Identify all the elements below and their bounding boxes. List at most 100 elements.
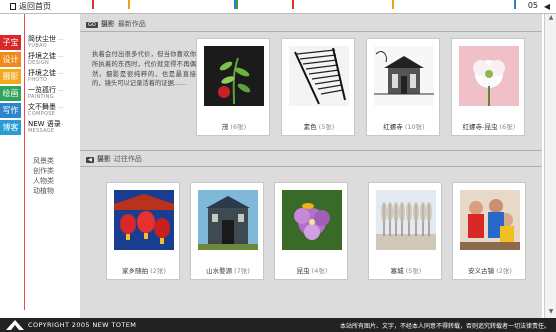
photo-card[interactable]: 红螺寺 (10张) bbox=[366, 38, 440, 136]
photo-title: 茂 bbox=[221, 123, 229, 131]
page-index: 05 bbox=[527, 1, 538, 10]
photo-thumbnail[interactable] bbox=[204, 46, 264, 106]
subnav-item[interactable]: 动植物 bbox=[33, 186, 54, 196]
latest-section-title: 摄影 bbox=[100, 20, 115, 28]
photo-title: 塞城 bbox=[390, 267, 404, 275]
nav-item[interactable]: 博客 NEW 语录 MESSAGE ··· bbox=[0, 120, 78, 136]
photo-thumbnail[interactable] bbox=[460, 190, 520, 250]
photo-caption[interactable]: 塞城 (5张) bbox=[369, 265, 443, 275]
nav-subtitle: COMPOSE bbox=[28, 111, 56, 117]
photo-caption[interactable]: 昆虫 (4张) bbox=[275, 265, 349, 275]
photo-count: (2张) bbox=[150, 267, 166, 275]
photo-card[interactable]: 家乡随拍 (2张) bbox=[106, 182, 180, 280]
camera-icon: GO bbox=[86, 22, 98, 28]
nav-tag[interactable]: 绘画 bbox=[0, 86, 21, 101]
photo-card[interactable]: 安义古镇 (2张) bbox=[452, 182, 526, 280]
subnav-item[interactable]: 创作类 bbox=[33, 166, 54, 176]
photo-thumbnail[interactable] bbox=[198, 190, 258, 250]
nav-ellipsis-icon: ··· bbox=[58, 105, 64, 112]
nav-ellipsis-icon: ··· bbox=[58, 54, 64, 61]
ruler-mark bbox=[236, 0, 238, 9]
photo-thumbnail[interactable] bbox=[374, 46, 434, 106]
photo-title: 山水婺源 bbox=[206, 267, 233, 275]
photo-title: 安义古镇 bbox=[468, 267, 495, 275]
nav-item[interactable]: 摄影 抒境之徒 PHOTO ··· bbox=[0, 69, 78, 85]
nav-subtitle: MESSAGE bbox=[28, 128, 55, 134]
nav-item[interactable]: 绘画 一览孤行 PAINTING ··· bbox=[0, 86, 78, 102]
ruler-mark bbox=[392, 0, 394, 9]
nav-item[interactable]: 子宝 简伏尘世 YUBAO ··· bbox=[0, 35, 78, 51]
divider bbox=[80, 150, 542, 151]
scroll-down-icon[interactable]: ▼ bbox=[545, 308, 556, 318]
home-link-label: 返回首页 bbox=[19, 2, 51, 11]
home-icon bbox=[10, 3, 16, 10]
subnav: 风景类 创作类 人物类 动植物 bbox=[33, 156, 54, 196]
photo-count: (5张) bbox=[318, 123, 335, 131]
nav-tag[interactable]: 摄影 bbox=[0, 69, 21, 84]
photo-card[interactable]: 素色 (5张) bbox=[281, 38, 355, 136]
photo-caption[interactable]: 家乡随拍 (2张) bbox=[107, 265, 181, 275]
photo-count: (7张) bbox=[234, 267, 250, 275]
nav-item[interactable]: 设计 抒境之徒 DESIGN ··· bbox=[0, 52, 78, 68]
photo-caption[interactable]: 安义古镇 (2张) bbox=[453, 265, 527, 275]
sidebar: 子宝 简伏尘世 YUBAO ··· 设计 抒境之徒 DESIGN ··· 摄影 抒境之徒 PHOTO… bbox=[0, 14, 78, 318]
nav-tag[interactable]: 子宝 bbox=[0, 35, 21, 50]
photo-thumbnail[interactable] bbox=[376, 190, 436, 250]
arrow-left-icon[interactable]: ◀ bbox=[544, 2, 550, 11]
photo-count: (6张) bbox=[230, 123, 247, 131]
photo-title: 红螺寺-昆虫 bbox=[462, 123, 498, 131]
divider bbox=[80, 31, 542, 32]
scrollbar[interactable]: ▲ ▼ bbox=[544, 14, 556, 318]
past-section-title: 摄影 bbox=[96, 155, 111, 163]
main-content: GO 摄影 最新作品 执着会付出很多代价，但当你喜欢你所执着的东西时，代价就变得不再… bbox=[80, 14, 542, 318]
photo-thumbnail[interactable] bbox=[459, 46, 519, 106]
nav-ellipsis-icon: ··· bbox=[58, 37, 64, 44]
top-bar: 返回首页 05 ◀ bbox=[0, 0, 556, 14]
totem-logo-icon bbox=[6, 320, 24, 330]
photo-caption[interactable]: 红螺寺 (10张) bbox=[367, 121, 441, 131]
scroll-up-icon[interactable]: ▲ bbox=[545, 14, 556, 24]
photo-title: 红螺寺 bbox=[383, 123, 403, 131]
photo-card[interactable]: 茂 (6张) bbox=[196, 38, 270, 136]
ruler-mark bbox=[292, 0, 294, 9]
ruler-mark bbox=[514, 0, 516, 9]
photo-caption[interactable]: 素色 (5张) bbox=[282, 121, 356, 131]
photo-count: (2张) bbox=[496, 267, 512, 275]
photo-card[interactable]: 红螺寺-昆虫 (6张) bbox=[451, 38, 525, 136]
nav-tag[interactable]: 设计 bbox=[0, 52, 21, 67]
photo-card[interactable]: 山水婺源 (7张) bbox=[190, 182, 264, 280]
photo-card[interactable]: 昆虫 (4张) bbox=[274, 182, 348, 280]
nav-ellipsis-icon: ··· bbox=[58, 71, 64, 78]
photo-title: 昆虫 bbox=[296, 267, 310, 275]
intro-text: 执着会付出很多代价，但当你喜欢你所执着的东西时，代价就变得不再偶然。摄影是很纯粹… bbox=[92, 51, 196, 88]
photo-caption[interactable]: 红螺寺-昆虫 (6张) bbox=[452, 121, 526, 131]
home-link[interactable]: 返回首页 bbox=[10, 1, 51, 12]
nav-item[interactable]: 写作 文不舞墨 COMPOSE ··· bbox=[0, 103, 78, 119]
ruler-mark bbox=[128, 0, 130, 9]
past-section-sub: 过往作品 bbox=[113, 155, 142, 163]
photo-thumbnail[interactable] bbox=[114, 190, 174, 250]
nav-tag[interactable]: 博客 bbox=[0, 120, 21, 135]
photo-count: (10张) bbox=[404, 123, 425, 131]
nav-ellipsis-icon: ··· bbox=[58, 122, 64, 129]
photo-caption[interactable]: 茂 (6张) bbox=[197, 121, 271, 131]
photo-count: (4张) bbox=[311, 267, 328, 275]
divider bbox=[80, 166, 542, 167]
ruler-mark bbox=[92, 0, 94, 9]
nav-subtitle: DESIGN bbox=[28, 60, 50, 66]
footer: COPYRIGHT 2005 NEW TOTEM 本站所有图片、文字，不经本人同… bbox=[0, 318, 556, 332]
nav-tag[interactable]: 写作 bbox=[0, 103, 21, 118]
photo-caption[interactable]: 山水婺源 (7张) bbox=[191, 265, 265, 275]
latest-section-sub: 最新作品 bbox=[117, 20, 146, 28]
past-section-header: ◀ 摄影 过往作品 bbox=[86, 154, 142, 166]
nav-subtitle: PAINTING bbox=[28, 94, 54, 100]
subnav-item[interactable]: 风景类 bbox=[33, 156, 54, 166]
photo-thumbnail[interactable] bbox=[282, 190, 342, 250]
copyright-notice: 本站所有图片、文字，不经本人同意不得转载，否则追究转载者一切法律责任。 bbox=[339, 323, 550, 330]
photo-title: 素色 bbox=[303, 123, 317, 131]
subnav-item[interactable]: 人物类 bbox=[33, 176, 54, 186]
photo-thumbnail[interactable] bbox=[289, 46, 349, 106]
photo-card[interactable]: 塞城 (5张) bbox=[368, 182, 442, 280]
nav-subtitle: PHOTO bbox=[28, 77, 48, 83]
nav-subtitle: YUBAO bbox=[28, 43, 47, 49]
